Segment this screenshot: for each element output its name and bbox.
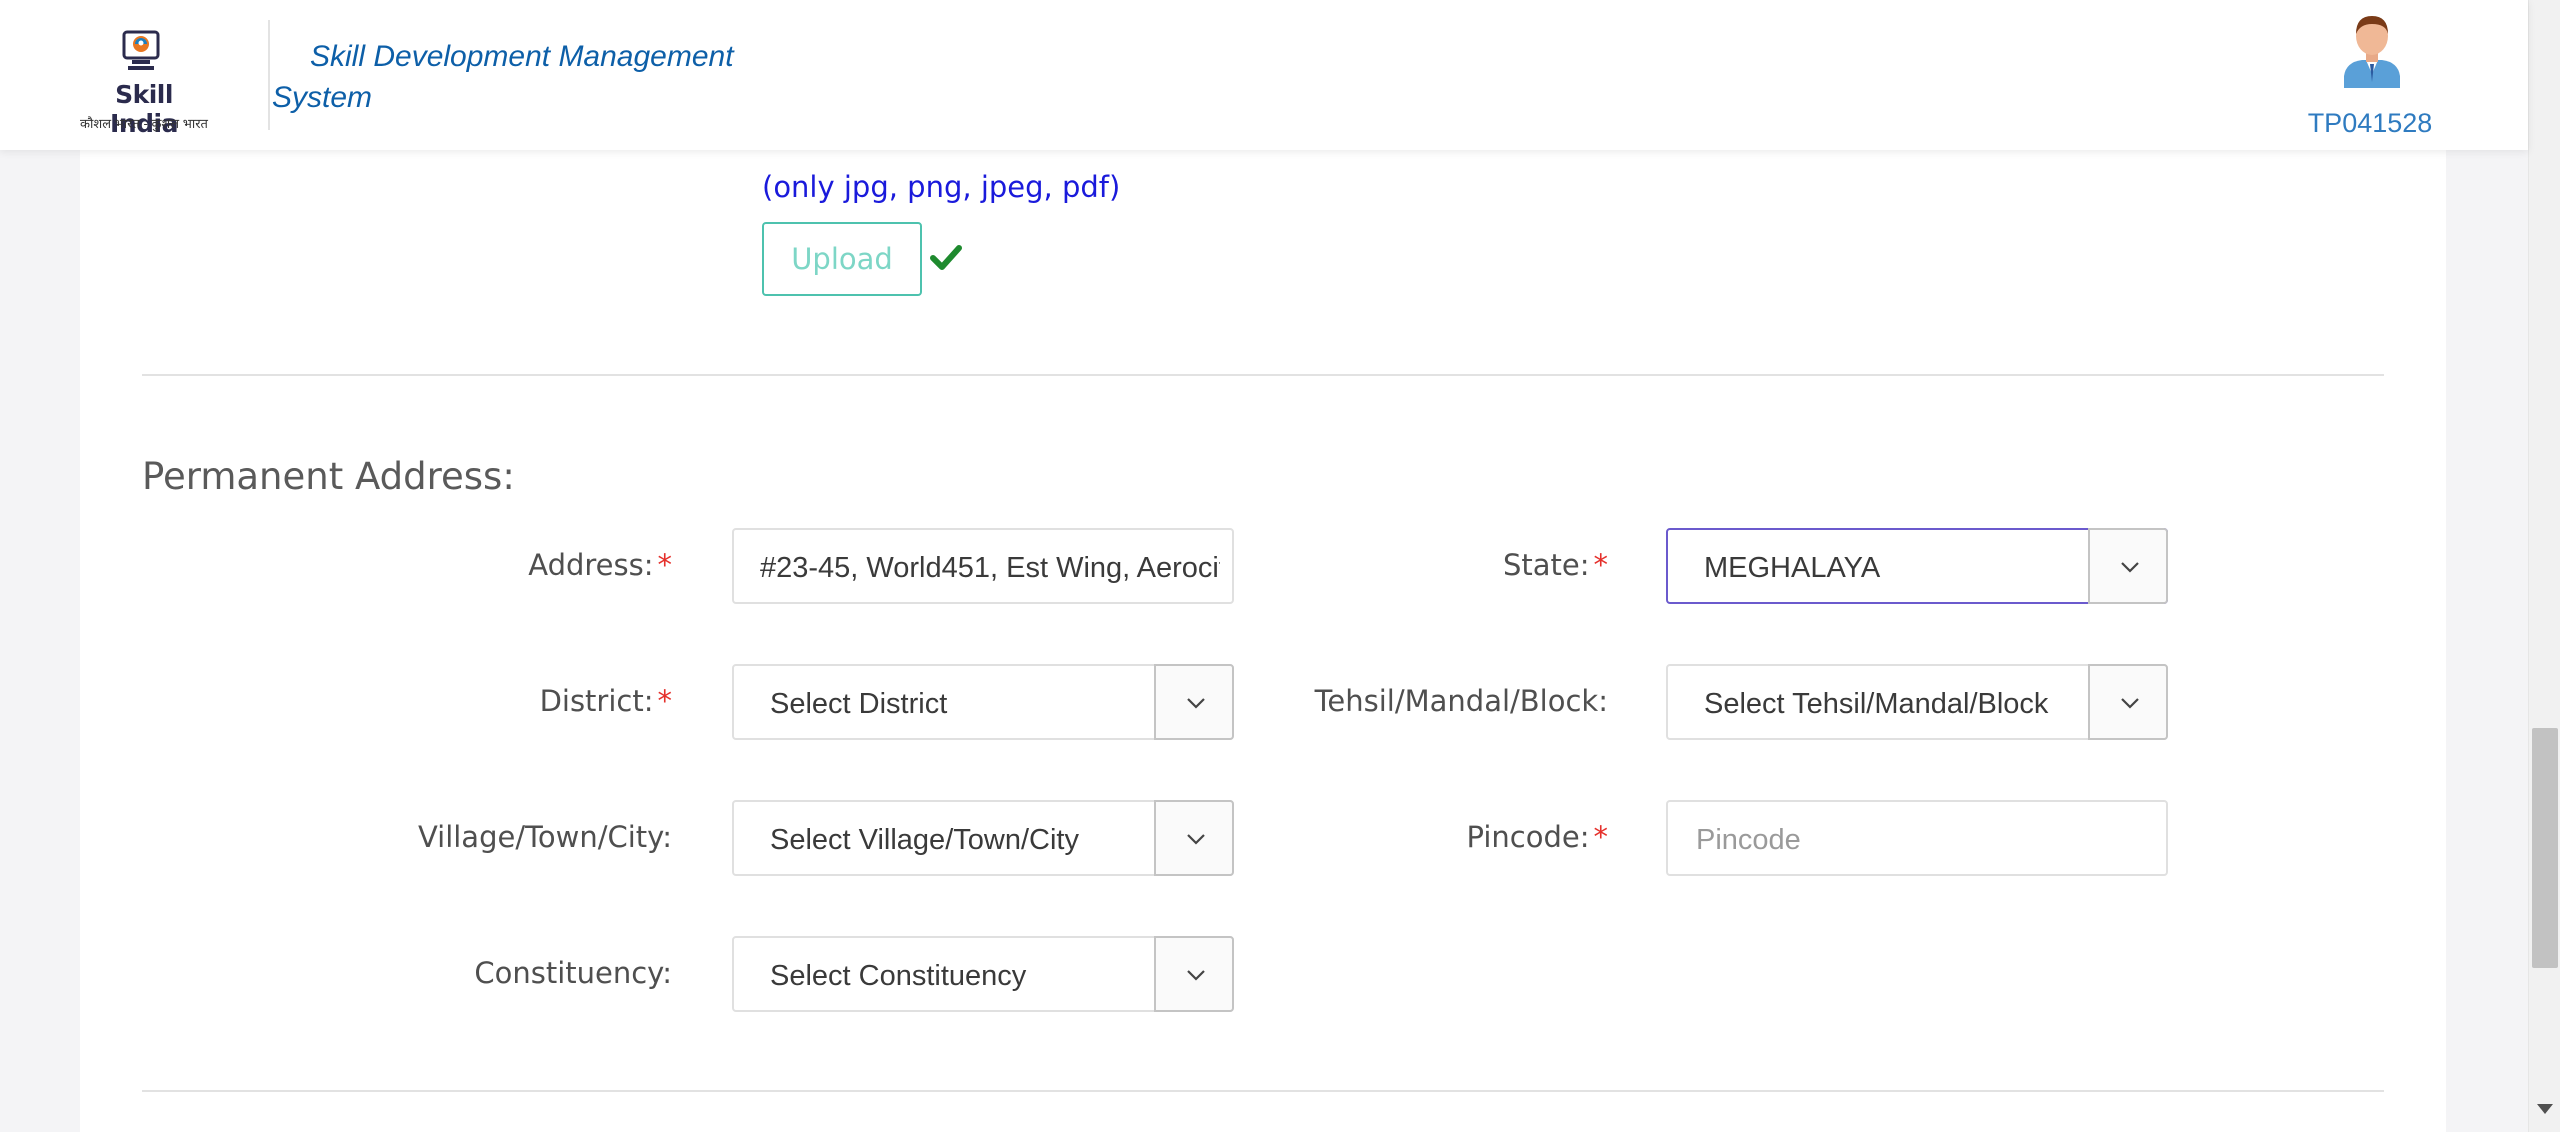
chevron-down-icon xyxy=(1187,970,1205,981)
tehsil-value: Select Tehsil/Mandal/Block xyxy=(1704,688,2049,720)
skill-india-logo[interactable]: Skill India कौशल भारत - कुशल भारत xyxy=(78,22,210,138)
district-select[interactable]: Select District xyxy=(732,664,1234,740)
pincode-placeholder: Pincode xyxy=(1696,824,1801,856)
state-label: State: * xyxy=(1502,548,1608,582)
village-select[interactable]: Select Village/Town/City xyxy=(732,800,1234,876)
header-divider xyxy=(268,20,270,130)
permanent-address-title: Permanent Address: xyxy=(142,455,515,498)
logo-subtitle: कौशल भारत - कुशल भारत xyxy=(80,116,208,131)
tehsil-dropdown-toggle[interactable] xyxy=(2088,664,2168,740)
section-divider-bottom xyxy=(142,1090,2384,1092)
upload-button[interactable]: Upload xyxy=(762,222,922,296)
village-dropdown-toggle[interactable] xyxy=(1154,800,1234,876)
chevron-down-icon xyxy=(2121,698,2139,709)
chevron-down-icon xyxy=(1187,834,1205,845)
top-header: Skill India कौशल भारत - कुशल भारत Skill … xyxy=(0,0,2528,150)
scrollbar-thumb[interactable] xyxy=(2532,728,2558,968)
pincode-input[interactable]: Pincode xyxy=(1666,800,2168,876)
file-type-hint: (only jpg, png, jpeg, pdf) xyxy=(762,170,1121,204)
app-title: Skill Development Management System xyxy=(272,40,734,114)
district-label: District: * xyxy=(539,684,672,718)
pincode-label: Pincode: * xyxy=(1466,820,1609,854)
state-dropdown-toggle[interactable] xyxy=(2088,528,2168,604)
tehsil-select[interactable]: Select Tehsil/Mandal/Block xyxy=(1666,664,2168,740)
skill-india-emblem-icon xyxy=(122,30,160,70)
constituency-label: Constituency: xyxy=(474,956,672,990)
address-value: #23-45, World451, Est Wing, Aerocity xyxy=(760,552,1220,584)
vertical-scrollbar[interactable] xyxy=(2528,0,2560,1132)
address-label: Address: * xyxy=(528,548,672,582)
district-dropdown-toggle[interactable] xyxy=(1154,664,1234,740)
constituency-select[interactable]: Select Constituency xyxy=(732,936,1234,1012)
user-id[interactable]: TP041528 xyxy=(2300,108,2440,139)
constituency-dropdown-toggle[interactable] xyxy=(1154,936,1234,1012)
address-field[interactable]: #23-45, World451, Est Wing, Aerocity xyxy=(732,528,1234,604)
section-divider xyxy=(142,374,2384,376)
tehsil-label: Tehsil/Mandal/Block: xyxy=(1314,684,1608,718)
village-label: Village/Town/City: xyxy=(417,820,672,854)
district-value: Select District xyxy=(770,688,948,720)
chevron-down-icon xyxy=(2121,562,2139,573)
scroll-down-arrow-icon[interactable] xyxy=(2537,1104,2553,1114)
state-select[interactable]: MEGHALAYA xyxy=(1666,528,2168,604)
constituency-value: Select Constituency xyxy=(770,960,1027,992)
state-value: MEGHALAYA xyxy=(1704,552,1881,584)
village-value: Select Village/Town/City xyxy=(770,824,1079,856)
chevron-down-icon xyxy=(1187,698,1205,709)
user-avatar-icon[interactable] xyxy=(2336,12,2408,88)
check-icon xyxy=(930,245,962,270)
